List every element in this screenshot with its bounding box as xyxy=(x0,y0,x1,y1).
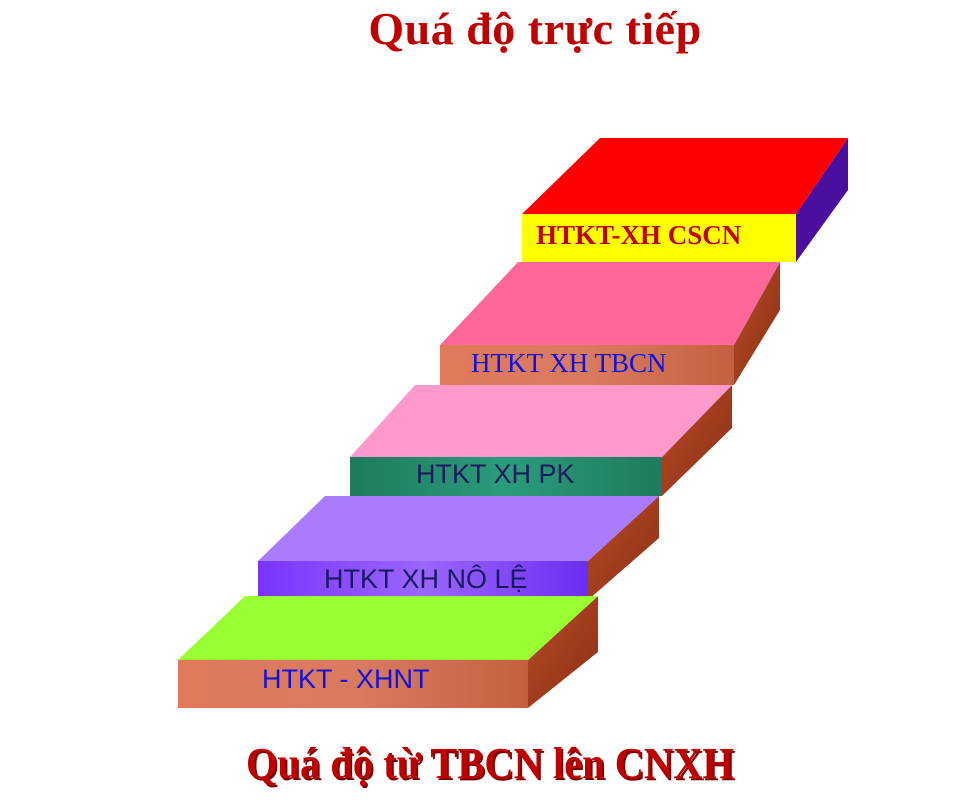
diagram-caption: Quá độ từ TBCN lên CNXH xyxy=(245,739,735,788)
step-1-top xyxy=(178,596,598,660)
staircase-diagram xyxy=(178,138,848,708)
step-4-top xyxy=(440,262,780,345)
step-1-label: HTKT - XHNT xyxy=(262,664,430,694)
step-2-label: HTKT XH NÔ LỆ xyxy=(324,564,528,594)
step-5-label: HTKT-XH CSCN xyxy=(536,220,742,250)
step-5-top xyxy=(522,138,848,214)
step-3-label: HTKT XH PK xyxy=(416,459,575,489)
step-4-label: HTKT XH TBCN xyxy=(471,348,667,378)
